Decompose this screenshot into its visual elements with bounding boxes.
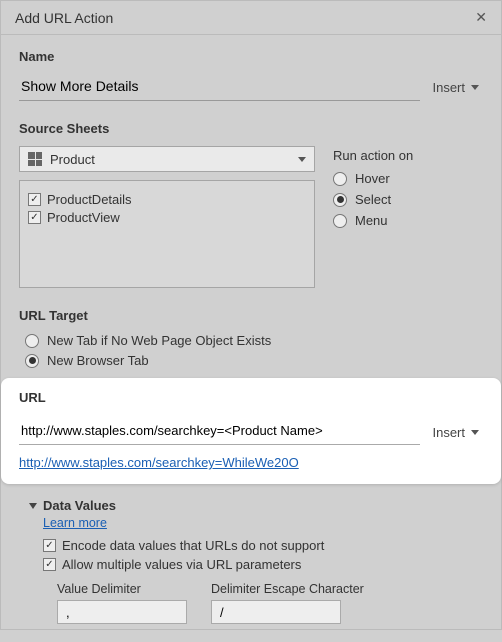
url-insert-dropdown[interactable]: Insert <box>428 423 483 442</box>
radio-label: New Browser Tab <box>47 353 149 368</box>
titlebar: Add URL Action ✕ <box>1 1 501 35</box>
learn-more-link[interactable]: Learn more <box>43 516 107 530</box>
radio-icon <box>25 354 39 368</box>
radio-icon <box>25 334 39 348</box>
data-values-section: Data Values Learn more ✓ Encode data val… <box>19 498 483 624</box>
allow-multiple-values-checkbox[interactable]: ✓ Allow multiple values via URL paramete… <box>43 557 483 572</box>
dialog-title: Add URL Action <box>15 10 475 26</box>
checkbox-icon: ✓ <box>43 558 56 571</box>
url-target-radio-group: New Tab if No Web Page Object Exists New… <box>19 333 483 368</box>
data-values-label: Data Values <box>43 498 116 513</box>
url-preview-link[interactable]: http://www.staples.com/searchkey=WhileWe… <box>19 455 299 470</box>
source-sheets-list: ✓ ProductDetails ✓ ProductView <box>19 180 315 288</box>
escape-character-input[interactable] <box>211 600 341 624</box>
sheet-checkbox-productdetails[interactable]: ✓ ProductDetails <box>28 192 306 207</box>
checkbox-label: Allow multiple values via URL parameters <box>62 557 301 572</box>
data-values-toggle[interactable]: Data Values <box>29 498 483 513</box>
radio-icon <box>333 172 347 186</box>
checkbox-label: Encode data values that URLs do not supp… <box>62 538 324 553</box>
dashboard-icon <box>28 152 42 166</box>
chevron-down-icon <box>298 157 306 162</box>
url-preview: http://www.staples.com/searchkey=WhileWe… <box>19 455 483 470</box>
sheet-checkbox-productview[interactable]: ✓ ProductView <box>28 210 306 225</box>
url-target-label: URL Target <box>19 308 483 323</box>
sheet-label: ProductDetails <box>47 192 132 207</box>
encode-values-checkbox[interactable]: ✓ Encode data values that URLs do not su… <box>43 538 483 553</box>
radio-label: Menu <box>355 213 388 228</box>
radio-icon <box>333 193 347 207</box>
chevron-down-icon <box>471 430 479 435</box>
run-action-hover[interactable]: Hover <box>333 171 483 186</box>
source-sheet-value: Product <box>50 152 298 167</box>
value-delimiter-input[interactable] <box>57 600 187 624</box>
radio-label: New Tab if No Web Page Object Exists <box>47 333 271 348</box>
checkbox-icon: ✓ <box>43 539 56 552</box>
url-target-new-tab-if-no-object[interactable]: New Tab if No Web Page Object Exists <box>25 333 483 348</box>
value-delimiter-label: Value Delimiter <box>57 582 187 596</box>
url-input[interactable] <box>19 419 420 445</box>
chevron-down-icon <box>471 85 479 90</box>
escape-character-label: Delimiter Escape Character <box>211 582 364 596</box>
action-name-input[interactable] <box>19 74 420 101</box>
run-action-radio-group: Hover Select Menu <box>333 171 483 228</box>
run-action-select[interactable]: Select <box>333 192 483 207</box>
name-label: Name <box>19 49 483 64</box>
url-target-new-browser-tab[interactable]: New Browser Tab <box>25 353 483 368</box>
checkbox-icon: ✓ <box>28 211 41 224</box>
run-action-menu[interactable]: Menu <box>333 213 483 228</box>
chevron-down-icon <box>29 503 37 509</box>
radio-label: Hover <box>355 171 390 186</box>
insert-label: Insert <box>432 425 465 440</box>
run-action-label: Run action on <box>333 148 483 163</box>
close-icon[interactable]: ✕ <box>475 9 487 26</box>
insert-label: Insert <box>432 80 465 95</box>
checkbox-icon: ✓ <box>28 193 41 206</box>
url-panel: URL Insert http://www.staples.com/search… <box>1 378 501 484</box>
radio-label: Select <box>355 192 391 207</box>
name-insert-dropdown[interactable]: Insert <box>428 78 483 97</box>
add-url-action-dialog: Add URL Action ✕ Name Insert Source Shee… <box>0 0 502 630</box>
url-label: URL <box>19 390 483 405</box>
source-sheet-dropdown[interactable]: Product <box>19 146 315 172</box>
sheet-label: ProductView <box>47 210 120 225</box>
radio-icon <box>333 214 347 228</box>
source-sheets-label: Source Sheets <box>19 121 483 136</box>
